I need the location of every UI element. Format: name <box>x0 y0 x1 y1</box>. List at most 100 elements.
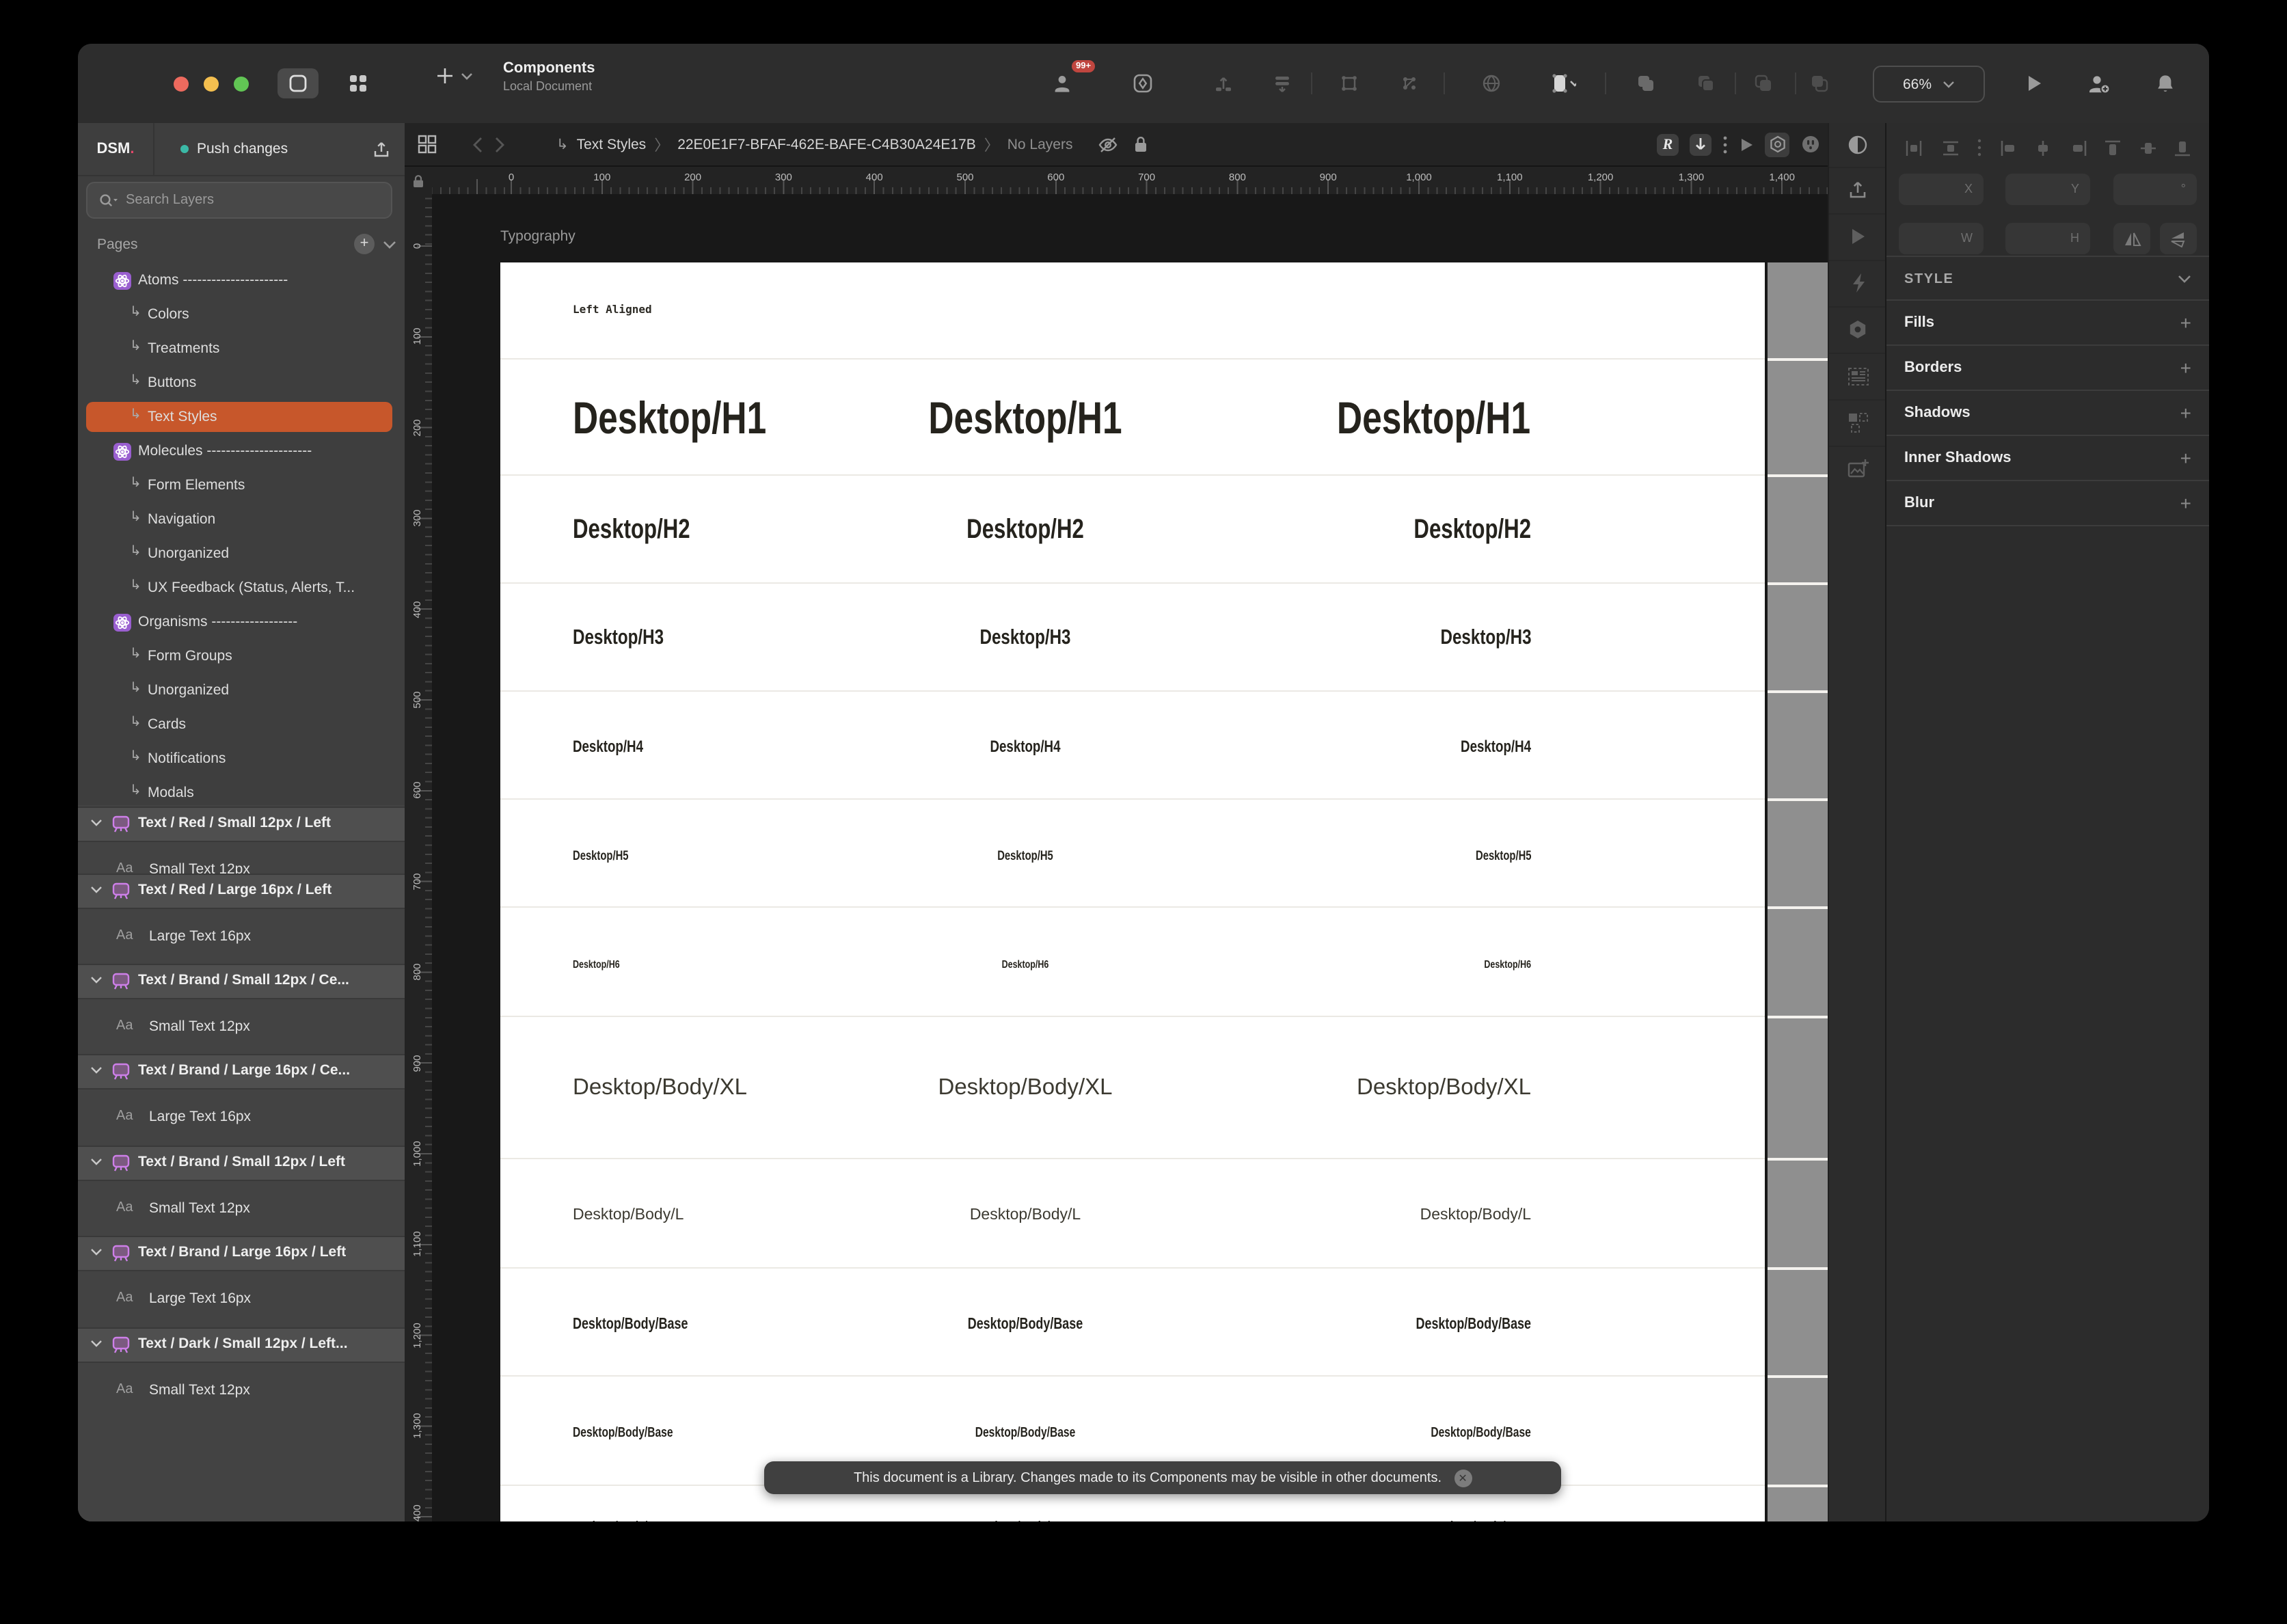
close-window-button[interactable] <box>174 77 189 92</box>
kebab-menu-icon[interactable] <box>1722 135 1728 154</box>
eye-off-icon[interactable] <box>1096 133 1119 155</box>
forward-icon[interactable] <box>495 136 506 152</box>
style-section-row[interactable]: Fills + <box>1886 299 2209 344</box>
frame-title[interactable]: Typography <box>500 228 576 245</box>
layer-frame-row[interactable]: Text / Red / Large 16px / Left <box>78 874 405 909</box>
layer-frame-row[interactable]: Text / Brand / Small 12px / Ce... <box>78 964 405 999</box>
maximize-window-button[interactable] <box>234 77 249 92</box>
sidebar-page-item[interactable]: ↳ Colors <box>78 298 405 332</box>
adjacent-artboard[interactable] <box>1768 262 1828 1521</box>
layer-frame-row[interactable]: Text / Brand / Large 16px / Left <box>78 1236 405 1271</box>
align-right-icon[interactable] <box>2069 139 2087 157</box>
boolean-subtract-button[interactable] <box>1694 71 1718 96</box>
push-changes-button[interactable]: Push changes <box>154 141 372 157</box>
insert-menu[interactable] <box>436 67 473 85</box>
rotation-field[interactable]: ° <box>2113 174 2197 205</box>
sidebar-page-item[interactable]: ↳ UX Feedback (Status, Alerts, T... <box>78 571 405 606</box>
boolean-intersect-button[interactable] <box>1751 71 1776 96</box>
add-style-icon[interactable]: + <box>2180 492 2191 514</box>
lock-icon[interactable] <box>411 173 425 188</box>
frame-select-button[interactable] <box>1337 71 1362 96</box>
boolean-exclude-button[interactable] <box>1807 71 1832 96</box>
flip-vertical-button[interactable] <box>2160 223 2197 254</box>
canvas-view-button[interactable] <box>278 68 319 98</box>
insert-image-button[interactable] <box>1829 446 1886 492</box>
height-field[interactable]: H <box>2005 223 2090 254</box>
align-bottom-icon[interactable] <box>2174 139 2191 157</box>
plugin-hexagon-button[interactable] <box>1765 132 1789 157</box>
layer-frame-row[interactable]: Text / Dark / Small 12px / Left... <box>78 1327 405 1363</box>
minimize-window-button[interactable] <box>204 77 219 92</box>
sidebar-page-item[interactable]: ↳ Unorganized <box>78 537 405 571</box>
sidebar-page-item[interactable]: ↳ Cards <box>78 708 405 742</box>
sidebar-page-item[interactable]: ↳ Buttons <box>78 366 405 401</box>
y-position-field[interactable]: Y <box>2005 174 2090 205</box>
layout-card-button[interactable] <box>1829 353 1886 401</box>
align-middle-vertical-icon[interactable] <box>2139 139 2156 157</box>
contrast-button[interactable] <box>1829 123 1886 168</box>
breadcrumb-page[interactable]: Text Styles <box>577 136 647 152</box>
sidebar-page-item[interactable]: ↳ Treatments <box>78 332 405 366</box>
gem-button[interactable] <box>1131 71 1155 96</box>
settings-button[interactable] <box>1829 306 1886 354</box>
avatar-button[interactable] <box>1050 71 1074 96</box>
style-section-row[interactable]: Borders + <box>1886 344 2209 390</box>
sidebar-page-item[interactable]: ↳ Form Groups <box>78 640 405 674</box>
style-section-row[interactable]: Blur + <box>1886 480 2209 526</box>
layer-text-row[interactable]: Aa Small Text 12px <box>78 1192 405 1225</box>
present-button[interactable] <box>2022 71 2046 96</box>
breadcrumb-frame-id[interactable]: 22E0E1F7-BFAF-462E-BAFE-C4B30A24E17B <box>677 136 976 152</box>
rows-down-button[interactable] <box>1270 71 1295 96</box>
share-button[interactable] <box>2086 71 2111 96</box>
pages-grid-icon[interactable] <box>417 134 437 154</box>
boolean-union-button[interactable] <box>1634 71 1658 96</box>
plugin-socket-icon[interactable] <box>1800 134 1821 154</box>
sidebar-page-item[interactable]: ↳ Notifications <box>78 742 405 776</box>
back-icon[interactable] <box>472 136 483 152</box>
nodes-button[interactable] <box>1397 71 1422 96</box>
canvas-viewport[interactable]: Typography Left Aligned Desktop/H1 Deskt… <box>432 194 1828 1521</box>
publish-button[interactable] <box>372 139 391 159</box>
horizontal-ruler[interactable]: 01002003004005006007008009001,0001,1001,… <box>432 167 1828 194</box>
sidebar-page-item[interactable]: ↳ Unorganized <box>78 674 405 708</box>
search-input[interactable]: Search Layers <box>86 182 392 219</box>
x-position-field[interactable]: X <box>1899 174 1984 205</box>
pull-button[interactable] <box>1690 133 1711 155</box>
layer-frame-row[interactable]: Text / Brand / Large 16px / Ce... <box>78 1054 405 1090</box>
globe-button[interactable] <box>1479 71 1504 96</box>
add-page-button[interactable]: + <box>354 234 375 254</box>
dsm-plugin-button[interactable]: DSM. <box>78 123 154 175</box>
r-script-button[interactable]: R <box>1657 133 1679 155</box>
flip-horizontal-button[interactable] <box>2113 223 2150 254</box>
typography-artboard[interactable]: Left Aligned Desktop/H1 Desktop/H1 Deskt… <box>500 262 1765 1521</box>
align-center-horizontal-icon[interactable] <box>2034 139 2052 157</box>
distribute-up-button[interactable] <box>1211 71 1236 96</box>
kebab-menu-icon[interactable] <box>1977 138 1982 157</box>
zoom-level-dropdown[interactable]: 66% <box>1873 66 1985 103</box>
style-section-row[interactable]: Shadows + <box>1886 390 2209 435</box>
add-style-icon[interactable]: + <box>2180 402 2191 424</box>
component-chevron-button[interactable] <box>1552 71 1576 96</box>
sidebar-page-item[interactable]: ↳ Atoms ---------------------- <box>78 264 405 298</box>
quick-actions-button[interactable] <box>1829 260 1886 308</box>
notifications-button[interactable] <box>2153 71 2178 96</box>
grid-view-button[interactable] <box>338 68 379 98</box>
export-button[interactable] <box>1829 167 1886 215</box>
width-field[interactable]: W <box>1899 223 1984 254</box>
play-icon[interactable] <box>1739 136 1754 152</box>
add-style-icon[interactable]: + <box>2180 357 2191 379</box>
layer-frame-row[interactable]: Text / Brand / Small 12px / Left <box>78 1146 405 1181</box>
swap-variants-button[interactable] <box>1829 399 1886 447</box>
layer-text-row[interactable]: Aa Small Text 12px <box>78 1010 405 1043</box>
layer-text-row[interactable]: Aa Large Text 16px <box>78 1282 405 1315</box>
preview-button[interactable] <box>1829 213 1886 261</box>
distribute-horizontal-icon[interactable] <box>1904 139 1923 157</box>
layer-text-row[interactable]: Aa Large Text 16px <box>78 1100 405 1133</box>
sidebar-page-item[interactable]: ↳ Form Elements <box>78 469 405 503</box>
align-top-icon[interactable] <box>2104 139 2122 157</box>
layer-text-row[interactable]: Aa Large Text 16px <box>78 920 405 953</box>
add-style-icon[interactable]: + <box>2180 312 2191 334</box>
add-style-icon[interactable]: + <box>2180 447 2191 469</box>
style-section-header[interactable]: STYLE <box>1886 256 2209 301</box>
sidebar-page-item[interactable]: ↳ Text Styles <box>78 401 405 435</box>
